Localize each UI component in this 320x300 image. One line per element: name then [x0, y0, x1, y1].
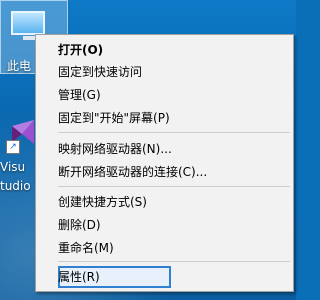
menu-item-pin-quick-access[interactable]: 固定到快速访问: [58, 61, 288, 83]
menu-separator: [58, 261, 290, 262]
menu-item-open[interactable]: 打开(O): [58, 39, 288, 61]
menu-item-rename[interactable]: 重命名(M): [58, 237, 288, 259]
menu-item-manage[interactable]: 管理(G): [58, 84, 288, 106]
menu-separator: [58, 132, 290, 133]
shortcut-arrow-icon: ↗: [6, 140, 20, 154]
menu-item-map-network-drive[interactable]: 映射网络驱动器(N)...: [58, 138, 288, 160]
menu-item-pin-start[interactable]: 固定到"开始"屏幕(P): [58, 107, 288, 129]
monitor-stand: [23, 36, 35, 40]
menu-item-disconnect-network-drive[interactable]: 断开网络驱动器的连接(C)...: [58, 161, 288, 183]
menu-separator: [58, 186, 290, 187]
this-pc-label: 此电: [7, 59, 32, 73]
context-menu: 打开(O) 固定到快速访问 管理(G) 固定到"开始"屏幕(P) 映射网络驱动器…: [35, 34, 294, 292]
this-pc-icon: [11, 11, 45, 35]
menu-item-properties[interactable]: 属性(R): [58, 266, 288, 288]
menu-item-delete[interactable]: 删除(D): [58, 214, 288, 236]
menu-item-create-shortcut[interactable]: 创建快捷方式(S): [58, 191, 288, 213]
